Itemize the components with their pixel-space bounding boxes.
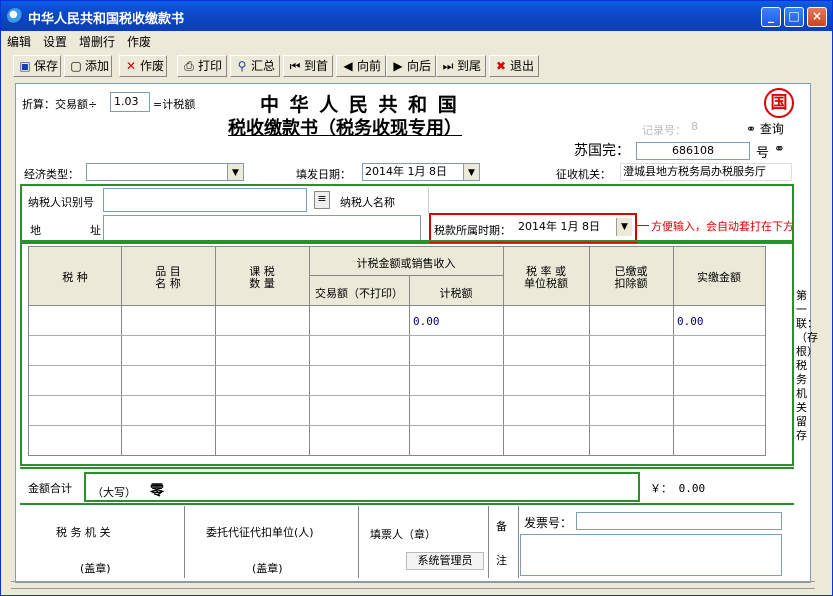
fill-date-picker[interactable]: 2014年 1月 8日 ▼	[362, 163, 480, 181]
chevron-down-icon: ▼	[227, 164, 243, 180]
last-icon: ⏭	[442, 59, 454, 73]
header-tax-amount: 计税额	[439, 287, 473, 300]
exit-button[interactable]: ✖ 退出	[489, 55, 539, 77]
form-title-line2: 税收缴款书（税务收现专用）	[228, 118, 462, 139]
series-label: 苏国完：	[574, 143, 630, 159]
total-label: 金额合计	[28, 482, 72, 495]
conversion-prefix: 折算：交易额÷	[22, 98, 98, 111]
magnifier-icon: ⚲	[237, 59, 247, 73]
tax-form-paper: 折算：交易额÷ 1.03 =计税额 中 华 人 民 共 和 国 税收缴款书（税务…	[15, 83, 818, 583]
footer-filler-label: 填票人（章）	[370, 528, 436, 541]
title-bar: 中华人民共和国税收缴款书 _ □ ×	[1, 1, 832, 31]
address-label-left: 地	[30, 224, 41, 237]
first-icon: ⏮	[289, 59, 301, 73]
items-table: 税 种 品 目 名 称 课 税 数 量 计税金额或销售收入 交易额（不打印） 计…	[28, 246, 766, 456]
address-label-right: 址	[90, 224, 101, 237]
lookup-list-icon[interactable]: ≡	[314, 191, 330, 209]
void-button[interactable]: ✕ 作废	[119, 55, 167, 77]
next-button[interactable]: ▶ 向后	[386, 55, 436, 77]
minimize-button[interactable]: _	[761, 7, 781, 27]
form-title-line1: 中 华 人 民 共 和 国	[260, 94, 459, 116]
app-icon	[7, 8, 23, 24]
exit-icon: ✖	[495, 59, 507, 73]
invoice-label: 发票号：	[524, 516, 573, 530]
footer-stamp-tax-office: (盖章)	[80, 562, 111, 575]
period-label: 税款所属时期：	[434, 224, 511, 237]
econ-type-select[interactable]: ▼	[86, 163, 244, 181]
remark-input[interactable]	[520, 534, 782, 576]
menu-rows[interactable]: 增删行	[73, 31, 121, 52]
print-button[interactable]: ⎙ 打印	[177, 55, 227, 77]
no-label: 号	[756, 146, 770, 161]
paper-edge	[11, 581, 815, 589]
save-icon: ▣	[19, 59, 31, 73]
header-tax-type: 税 种	[62, 271, 88, 284]
header-item-name-2: 名 称	[155, 277, 181, 290]
header-rate-2: 单位税额	[524, 277, 568, 290]
main-window: 中华人民共和国税收缴款书 _ □ × 编辑 设置 增删行 作废 ▣ 保存 ▢ 添加 ✕ 作废…	[0, 0, 833, 596]
printer-icon: ⎙	[184, 59, 194, 73]
menu-void[interactable]: 作废	[121, 31, 157, 52]
first-button[interactable]: ⏮ 到首	[283, 55, 333, 77]
collect-office-value: 澄城县地方税务局办税服务厅	[620, 163, 792, 181]
footer-remark-1: 备	[496, 520, 507, 533]
total-big-label: （大写）	[92, 486, 136, 499]
total-big-value: 零	[150, 483, 164, 499]
side-copy-label: 第一联：（存根）税务机关留存	[796, 289, 818, 442]
fill-date-label: 填发日期：	[296, 168, 351, 181]
maximize-button[interactable]: □	[784, 7, 804, 27]
header-amount-group: 计税金额或销售收入	[356, 257, 456, 270]
footer-agent: 委托代征代扣单位(人)	[206, 526, 314, 539]
next-icon: ▶	[393, 59, 403, 73]
add-icon: ▢	[70, 59, 82, 73]
footer-stamp-agent: (盖章)	[252, 562, 283, 575]
econ-type-label: 经济类型：	[24, 168, 79, 181]
window-title: 中华人民共和国税收缴款书	[28, 12, 185, 27]
conversion-suffix: =计税额	[153, 98, 196, 111]
taxpayer-id-input[interactable]	[103, 188, 307, 212]
record-label: 记录号：	[642, 124, 686, 137]
prev-icon: ◀	[343, 59, 353, 73]
address-input[interactable]	[103, 215, 421, 241]
annotation-arrow	[637, 225, 649, 226]
total-big-box	[84, 472, 640, 502]
header-paid-2: 扣除额	[614, 277, 648, 290]
national-seal: 国	[764, 88, 794, 118]
summary-button[interactable]: ⚲ 汇总	[230, 55, 280, 77]
invoice-input[interactable]	[576, 512, 782, 530]
header-qty-2: 数 量	[249, 277, 275, 290]
chevron-down-icon: ▼	[463, 164, 479, 180]
taxpayer-id-label: 纳税人识别号	[28, 196, 94, 209]
query-button[interactable]: ⚭ 查询	[746, 120, 784, 137]
footer-tax-office: 税 务 机 关	[56, 526, 111, 539]
cross-icon: ✕	[125, 59, 137, 73]
total-small-value: ￥： 0.00	[650, 482, 706, 495]
prev-button[interactable]: ◀ 向前	[336, 55, 386, 77]
row1-tax-amount[interactable]: 0.00	[413, 315, 440, 328]
binoculars-icon[interactable]: ⚭	[774, 142, 785, 157]
series-input[interactable]: 686108	[636, 142, 750, 160]
save-button[interactable]: ▣ 保存	[13, 55, 61, 77]
footer-filler-value: 系统管理员	[406, 552, 484, 570]
taxpayer-name-input[interactable]	[428, 187, 792, 213]
toolbar: ▣ 保存 ▢ 添加 ✕ 作废 ⎙ 打印 ⚲ 汇总 ⏮ 到首 ◀ 向前 ▶ 向后 ⏭ 到尾 ✖ 退出	[1, 53, 832, 79]
taxpayer-name-label: 纳税人名称	[340, 196, 395, 209]
collect-label: 征收机关：	[556, 168, 611, 181]
header-actual: 实缴金额	[697, 271, 741, 284]
menu-edit[interactable]: 编辑	[1, 31, 37, 52]
record-value: 8	[688, 118, 738, 136]
last-button[interactable]: ⏭ 到尾	[436, 55, 486, 77]
menu-settings[interactable]: 设置	[37, 31, 73, 52]
period-date-picker[interactable]: 2014年 1月 8日 ▼	[518, 218, 632, 238]
row1-actual[interactable]: 0.00	[677, 315, 704, 328]
chevron-down-icon: ▼	[616, 218, 632, 236]
header-trade-amount: 交易额（不打印）	[315, 287, 403, 300]
binoculars-icon: ⚭	[746, 122, 757, 136]
footer-remark-2: 注	[496, 554, 507, 567]
annotation-text: 方便输入，会自动套打在下方	[651, 220, 794, 233]
menu-bar: 编辑 设置 增删行 作废	[1, 31, 832, 51]
close-button[interactable]: ×	[807, 7, 827, 27]
add-button[interactable]: ▢ 添加	[64, 55, 112, 77]
conversion-input[interactable]: 1.03	[110, 92, 150, 112]
